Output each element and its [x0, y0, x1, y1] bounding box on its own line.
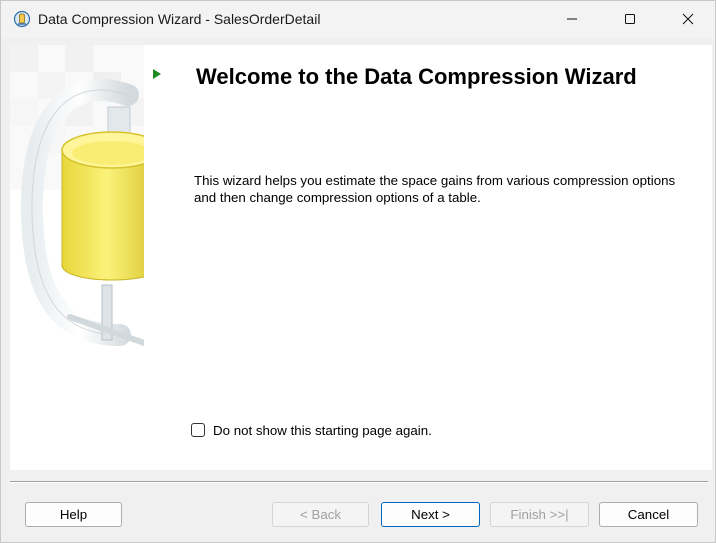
- finish-button[interactable]: Finish >>|: [490, 502, 589, 527]
- wizard-side-graphic: [10, 45, 144, 470]
- dont-show-again-option[interactable]: Do not show this starting page again.: [191, 421, 432, 439]
- wizard-content: [10, 45, 712, 470]
- dont-show-again-label[interactable]: Do not show this starting page again.: [213, 423, 432, 438]
- close-icon: [682, 13, 694, 25]
- footer-separator: [10, 481, 708, 483]
- clamp-cylinder-graphic: [10, 45, 144, 347]
- title-bar[interactable]: Data Compression Wizard - SalesOrderDeta…: [1, 1, 715, 38]
- cancel-button[interactable]: Cancel: [599, 502, 698, 527]
- minimize-icon: [567, 18, 577, 20]
- close-button[interactable]: [659, 1, 716, 37]
- minimize-button[interactable]: [543, 1, 601, 37]
- help-button[interactable]: Help: [25, 502, 122, 527]
- page-description: This wizard helps you estimate the space…: [194, 173, 676, 205]
- maximize-icon: [625, 14, 635, 24]
- maximize-button[interactable]: [601, 1, 659, 37]
- page-heading: Welcome to the Data Compression Wizard: [196, 64, 637, 89]
- wizard-window: Data Compression Wizard - SalesOrderDeta…: [0, 0, 716, 543]
- window-title: Data Compression Wizard - SalesOrderDeta…: [38, 11, 321, 27]
- back-button[interactable]: < Back: [272, 502, 369, 527]
- sql-server-management-icon: [13, 10, 31, 28]
- next-button[interactable]: Next >: [381, 502, 480, 527]
- dont-show-again-checkbox[interactable]: [191, 423, 205, 437]
- current-step-arrow-icon: [153, 69, 161, 79]
